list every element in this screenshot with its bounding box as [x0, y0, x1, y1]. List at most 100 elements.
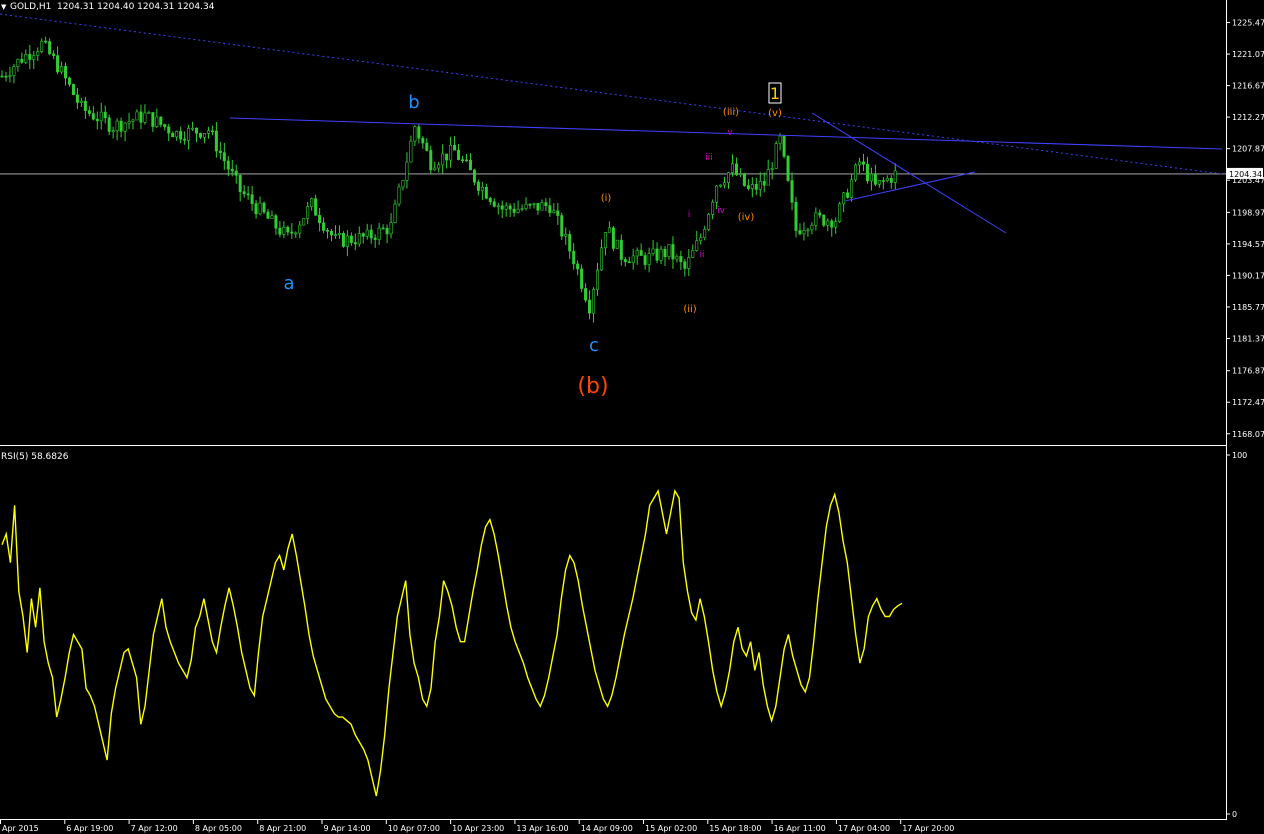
chart-canvas[interactable]: abc(b)(i)(ii)(iii)(iv)(v)iiiiiiivv1 1225…	[0, 0, 1264, 834]
candle-body	[790, 180, 794, 203]
candle-body	[373, 237, 377, 240]
candle-body	[806, 229, 810, 232]
candle-body	[671, 244, 675, 260]
candle-body	[222, 152, 226, 162]
candle-body	[623, 259, 627, 263]
candle-body	[727, 172, 731, 184]
candle-body	[468, 160, 472, 171]
candle-body	[742, 173, 746, 186]
candle-body	[147, 112, 151, 114]
candle-body	[822, 214, 826, 226]
candle-body	[298, 224, 302, 234]
candle-body	[560, 215, 564, 237]
candle-body	[246, 193, 250, 196]
candle-body	[754, 184, 758, 190]
candle-body	[723, 182, 727, 186]
candle-body	[877, 180, 881, 185]
candle-body	[699, 237, 703, 242]
candle-body	[294, 232, 298, 235]
candle-body	[453, 144, 457, 151]
candle-body	[532, 203, 536, 205]
candle-body	[580, 268, 584, 289]
candle-body	[639, 250, 643, 256]
candle-body	[365, 229, 369, 237]
candle-body	[683, 261, 687, 269]
time-tick-label: 17 Apr 20:00	[902, 824, 954, 833]
candle-body	[310, 198, 314, 207]
time-tick-label: 9 Apr 14:00	[324, 824, 371, 833]
candle-body	[651, 248, 655, 254]
candle-body	[854, 164, 858, 181]
candle-body	[107, 117, 111, 132]
candle-body	[647, 253, 651, 265]
rsi-tick-label: 0	[1232, 810, 1237, 819]
time-tick-label: 10 Apr 07:00	[388, 824, 440, 833]
candle-body	[703, 229, 707, 239]
candle-body	[286, 226, 290, 233]
candle-body	[0, 75, 4, 78]
candle-body	[592, 289, 596, 314]
candle-body	[540, 202, 544, 211]
candle-body	[663, 248, 667, 258]
candle-body	[322, 222, 326, 231]
candle-body	[770, 168, 774, 170]
wave-label: c	[589, 335, 599, 356]
candle-body	[405, 161, 409, 181]
candle-body	[659, 248, 663, 261]
candle-body	[500, 205, 504, 210]
time-tick-label: 7 Apr 12:00	[131, 824, 178, 833]
candle-body	[71, 84, 75, 96]
candle-body	[175, 131, 179, 138]
candle-body	[544, 202, 548, 206]
candle-body	[16, 58, 20, 68]
candle-body	[449, 144, 453, 161]
wave-label: (ii)	[683, 304, 696, 315]
candle-body	[302, 218, 306, 226]
candle-body	[64, 66, 68, 79]
candle-body	[28, 54, 32, 60]
candle-body	[52, 53, 56, 56]
header-arrow-icon[interactable]: ▼	[1, 3, 7, 11]
price-tick-label: 1212.27	[1232, 113, 1264, 122]
price-tick-label: 1172.47	[1232, 398, 1264, 407]
current-price-label: 1204.34	[1229, 170, 1262, 179]
candle-body	[385, 228, 389, 235]
candle-body	[496, 205, 500, 208]
candle-body	[79, 100, 83, 103]
candle-body	[584, 288, 588, 301]
candle-body	[834, 221, 838, 228]
candle-body	[195, 127, 199, 134]
candle-body	[889, 177, 893, 183]
candle-body	[516, 208, 520, 213]
candle-body	[111, 130, 115, 132]
wave-label: v	[727, 128, 733, 138]
candle-body	[476, 181, 480, 191]
header-symbol: GOLD,H1	[10, 2, 51, 12]
candle-body	[881, 180, 885, 182]
candle-body	[330, 231, 334, 236]
candle-body	[865, 163, 869, 182]
candle-body	[504, 205, 508, 210]
candle-body	[873, 173, 877, 185]
candle-body	[536, 203, 540, 211]
candle-body	[409, 140, 413, 163]
candle-body	[179, 131, 183, 140]
candle-body	[615, 239, 619, 249]
time-tick-label: 8 Apr 05:00	[195, 824, 242, 833]
candle-body	[258, 202, 262, 215]
time-tick-label: 6 Apr 19:00	[66, 824, 113, 833]
candle-body	[421, 137, 425, 144]
candle-body	[254, 203, 258, 215]
candle-body	[214, 130, 218, 152]
candle-body	[83, 100, 87, 111]
candle-body	[691, 250, 695, 258]
candle-body	[377, 227, 381, 240]
candle-body	[858, 161, 862, 166]
wave-label: a	[283, 273, 294, 294]
candle-body	[576, 263, 580, 270]
candle-body	[314, 198, 318, 216]
candle-body	[91, 113, 95, 120]
candle-body	[869, 173, 873, 182]
candle-body	[167, 126, 171, 134]
candle-body	[861, 161, 865, 165]
